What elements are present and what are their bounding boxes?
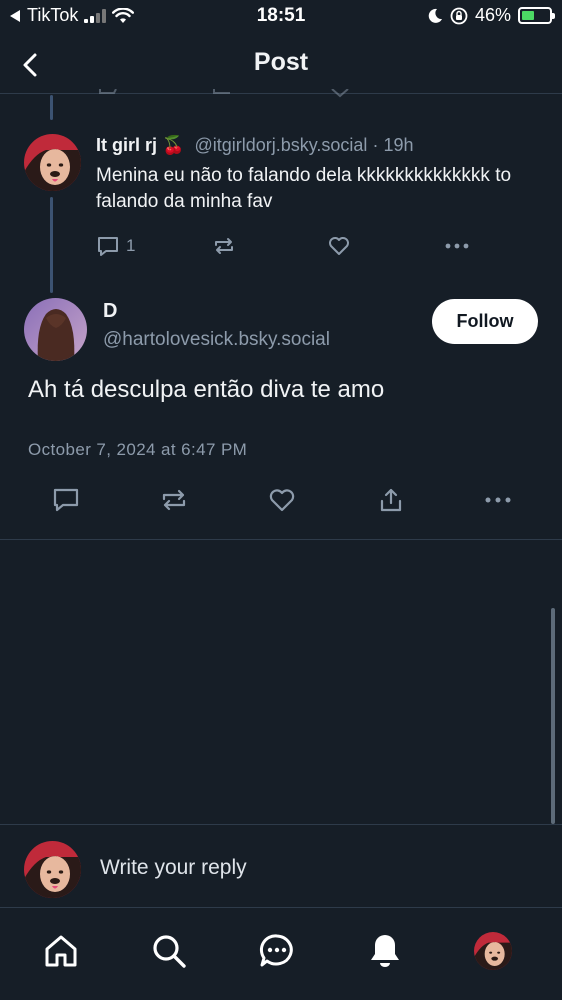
avatar-image [24, 298, 87, 361]
my-avatar [24, 841, 81, 898]
avatar-image [474, 932, 512, 970]
avatar-image [24, 841, 81, 898]
follow-button[interactable]: Follow [432, 299, 538, 344]
main-author-handle[interactable]: @hartolovesick.bsky.social [103, 329, 330, 351]
main-post-text: Ah tá desculpa então diva te amo [28, 376, 385, 403]
moon-icon [428, 8, 442, 23]
bottom-tab-bar [0, 908, 562, 1000]
main-more-button[interactable] [484, 486, 512, 514]
search-icon [153, 935, 186, 968]
post-divider [0, 539, 562, 540]
repost-icon [215, 238, 233, 254]
reply-author-name[interactable]: It girl rj 🍒 [96, 135, 184, 155]
tab-home[interactable] [36, 926, 86, 976]
previous-post-actions-cutoff [96, 86, 396, 98]
reply-author-handle[interactable]: @itgirldorj.bsky.social [194, 135, 367, 155]
thread-line-top [50, 95, 53, 120]
avatar-image [24, 134, 81, 191]
battery-fill [522, 11, 534, 20]
orientation-lock-icon [450, 7, 468, 24]
bell-icon [371, 935, 399, 967]
reply-meta: It girl rj 🍒 @itgirldorj.bsky.social · 1… [96, 135, 414, 156]
scrollbar[interactable] [551, 608, 555, 824]
heart-icon [329, 237, 349, 255]
reply-text: Menina eu não to falando dela kkkkkkkkkk… [96, 165, 512, 212]
tab-search[interactable] [144, 926, 194, 976]
reply-compose-bar[interactable]: Write your reply [0, 824, 562, 908]
status-bar: TikTok 18:51 46% [0, 0, 562, 34]
main-comment-button[interactable] [52, 486, 80, 514]
reply-more-button[interactable] [444, 234, 470, 258]
home-icon [45, 935, 77, 967]
reply-comment-button[interactable]: 1 [96, 234, 135, 258]
comment-icon [53, 488, 79, 512]
main-share-button[interactable] [377, 486, 405, 514]
chat-icon [259, 934, 293, 967]
main-author-avatar[interactable] [24, 298, 87, 361]
tab-notifications[interactable] [360, 926, 410, 976]
reply-count: 1 [126, 236, 136, 255]
status-right: 46% [427, 5, 555, 26]
profile-avatar [474, 932, 512, 970]
reply-age: 19h [383, 135, 414, 155]
comment-icon [98, 237, 118, 256]
reply-repost-button[interactable] [212, 234, 236, 258]
main-repost-button[interactable] [160, 486, 188, 514]
reply-like-button[interactable] [327, 234, 351, 258]
share-icon [380, 488, 402, 512]
battery-percent: 46% [474, 5, 511, 25]
main-author-name[interactable]: D [103, 300, 117, 323]
page-title: Post [253, 48, 309, 76]
main-like-button[interactable] [268, 486, 296, 514]
thread-line-bottom [50, 197, 53, 293]
battery-icon [518, 7, 555, 24]
tab-chat[interactable] [252, 926, 302, 976]
main-post-date: October 7, 2024 at 6:47 PM [28, 440, 248, 459]
battery-nub [552, 13, 555, 19]
more-dots-icon [485, 497, 511, 503]
reply-author-avatar[interactable] [24, 134, 81, 191]
reply-placeholder[interactable]: Write your reply [100, 856, 247, 880]
repost-icon [162, 489, 186, 511]
meta-separator: · [372, 135, 379, 155]
more-dots-icon [445, 243, 469, 249]
tab-profile[interactable] [468, 926, 518, 976]
heart-icon [269, 489, 295, 512]
